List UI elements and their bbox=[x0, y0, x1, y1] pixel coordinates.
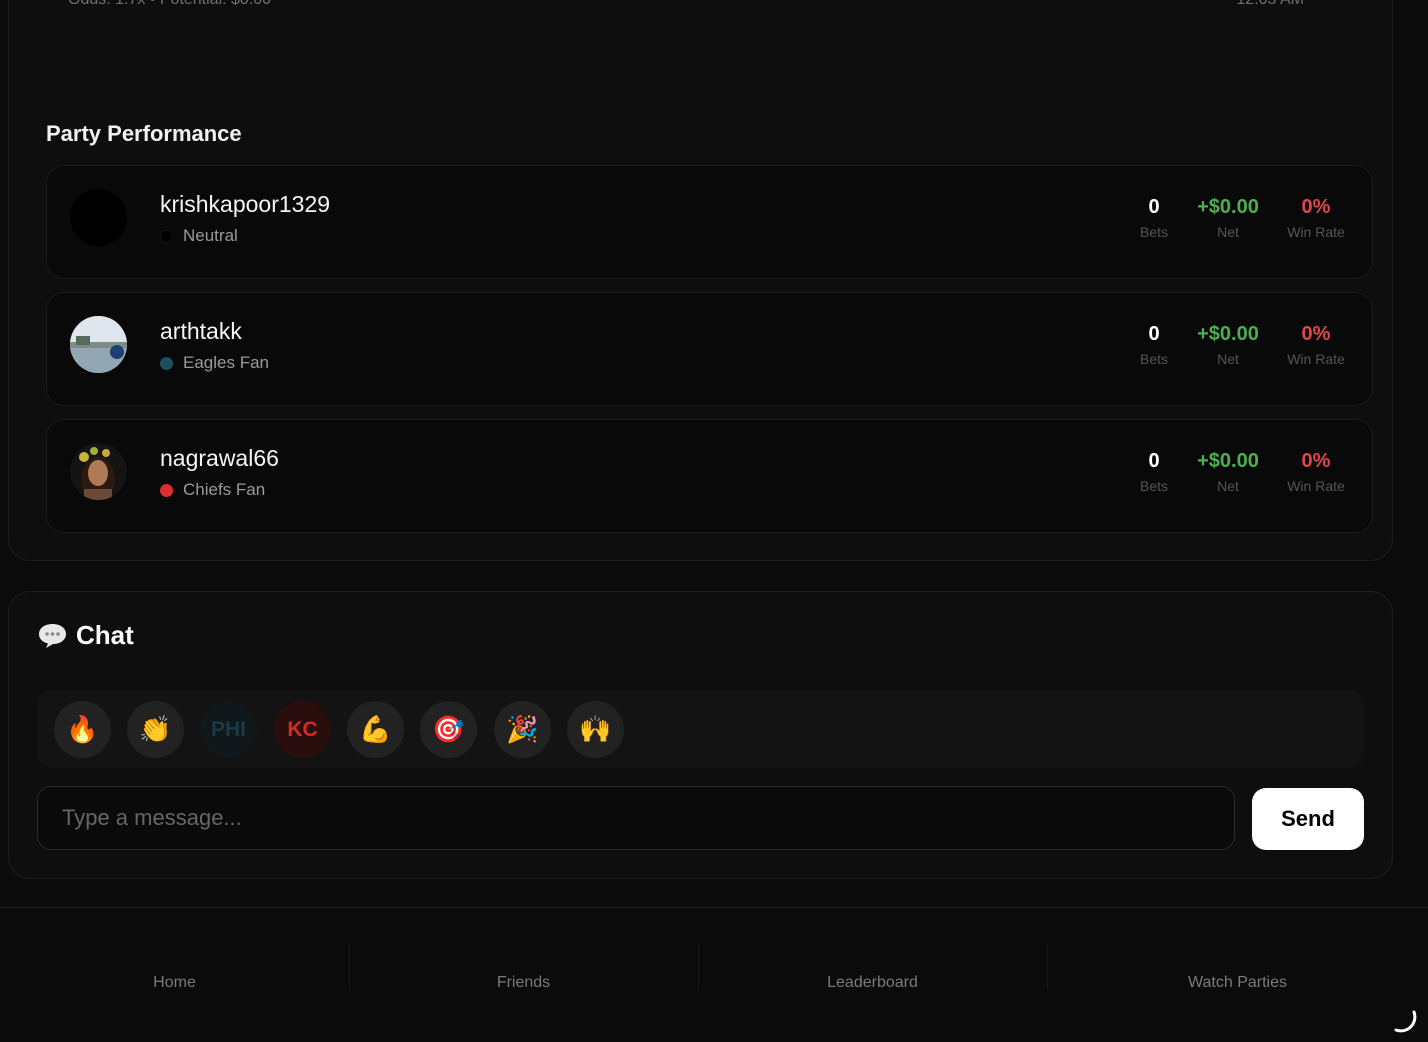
team-label: Chiefs Fan bbox=[160, 480, 265, 500]
reaction-party[interactable]: 🎉 bbox=[494, 701, 551, 758]
stat-net: +$0.00 Net bbox=[1187, 450, 1269, 494]
stat-label: Bets bbox=[1139, 351, 1168, 367]
team-dot bbox=[160, 483, 173, 497]
stat-value: 0 bbox=[1148, 450, 1160, 472]
reaction-bar: 🔥 👏 PHI KC 💪 🎯 🎉 🙌 bbox=[37, 690, 1364, 768]
nav-leaderboard[interactable]: Leaderboard bbox=[698, 908, 1047, 1042]
member-name: krishkapoor1329 bbox=[160, 191, 331, 217]
stat-bets: 0 Bets bbox=[1125, 450, 1183, 494]
stat-label: Win Rate bbox=[1287, 224, 1345, 240]
team-text: Eagles Fan bbox=[183, 353, 269, 372]
member-name: nagrawal66 bbox=[160, 445, 279, 471]
loading-spinner-icon bbox=[1394, 1010, 1417, 1033]
stat-value: +$0.00 bbox=[1197, 450, 1259, 472]
stat-label: Net bbox=[1217, 224, 1239, 240]
chat-title: Chat bbox=[76, 620, 134, 650]
stat-net: +$0.00 Net bbox=[1187, 323, 1269, 367]
speech-bubble-icon bbox=[39, 624, 66, 648]
avatar-photo bbox=[70, 316, 127, 373]
team-text: Neutral bbox=[183, 226, 238, 245]
nav-watch-parties[interactable]: Watch Parties bbox=[1047, 908, 1428, 1042]
avatar-photo bbox=[70, 443, 127, 500]
nav-home[interactable]: Home bbox=[0, 908, 349, 1042]
stat-value: +$0.00 bbox=[1197, 196, 1259, 218]
stat-value: 0% bbox=[1301, 450, 1331, 472]
bet-timestamp: 12:03 AM bbox=[1236, 0, 1304, 9]
member-card[interactable]: arthtakk Eagles Fan 0 Bets +$0.00 Net 0% Wi… bbox=[46, 292, 1373, 406]
team-dot bbox=[160, 356, 173, 370]
member-card[interactable]: krishkapoor1329 Neutral 0 Bets +$0.00 Net … bbox=[46, 165, 1373, 279]
reaction-muscle[interactable]: 💪 bbox=[347, 701, 404, 758]
stat-value: 0% bbox=[1301, 323, 1331, 345]
section-title: Party Performance bbox=[46, 121, 242, 146]
team-text: Chiefs Fan bbox=[183, 480, 266, 499]
team-label: Eagles Fan bbox=[160, 353, 269, 373]
chat-card: Chat 🔥 👏 PHI KC 💪 🎯 🎉 🙌 Send bbox=[8, 591, 1393, 879]
bet-odds-potential: Odds: 1.7x • Potential: $0.00 bbox=[68, 0, 271, 9]
party-card: Odds: 1.7x • Potential: $0.00 12:03 AM P… bbox=[8, 0, 1393, 561]
stat-label: Bets bbox=[1139, 478, 1168, 494]
reaction-raised-hands[interactable]: 🙌 bbox=[567, 701, 624, 758]
reaction-fire[interactable]: 🔥 bbox=[54, 701, 111, 758]
stat-value: +$0.00 bbox=[1197, 323, 1259, 345]
nav-friends[interactable]: Friends bbox=[349, 908, 698, 1042]
team-label: Neutral bbox=[160, 226, 238, 246]
reaction-phi[interactable]: PHI bbox=[200, 701, 257, 758]
stat-value: 0 bbox=[1148, 323, 1160, 345]
chat-header: Chat bbox=[37, 620, 134, 651]
member-name: arthtakk bbox=[160, 318, 242, 344]
avatar bbox=[70, 189, 127, 246]
avatar bbox=[70, 316, 127, 373]
stat-win-rate: 0% Win Rate bbox=[1279, 323, 1353, 367]
member-card[interactable]: nagrawal66 Chiefs Fan 0 Bets +$0.00 Net 0%… bbox=[46, 419, 1373, 533]
stat-label: Win Rate bbox=[1287, 478, 1345, 494]
stat-net: +$0.00 Net bbox=[1187, 196, 1269, 240]
stat-bets: 0 Bets bbox=[1125, 196, 1183, 240]
team-dot bbox=[160, 229, 173, 243]
stat-label: Bets bbox=[1139, 224, 1168, 240]
reaction-target[interactable]: 🎯 bbox=[420, 701, 477, 758]
send-button[interactable]: Send bbox=[1252, 788, 1364, 850]
stat-value: 0% bbox=[1301, 196, 1331, 218]
stat-label: Net bbox=[1217, 478, 1239, 494]
reaction-clap[interactable]: 👏 bbox=[127, 701, 184, 758]
stat-label: Net bbox=[1217, 351, 1239, 367]
reaction-kc[interactable]: KC bbox=[274, 701, 331, 758]
message-input[interactable] bbox=[37, 786, 1235, 850]
bottom-nav: Home Friends Leaderboard Watch Parties bbox=[0, 907, 1428, 1042]
stat-bets: 0 Bets bbox=[1125, 323, 1183, 367]
avatar bbox=[70, 443, 127, 500]
stat-value: 0 bbox=[1148, 196, 1160, 218]
stat-win-rate: 0% Win Rate bbox=[1279, 450, 1353, 494]
stat-label: Win Rate bbox=[1287, 351, 1345, 367]
stat-win-rate: 0% Win Rate bbox=[1279, 196, 1353, 240]
